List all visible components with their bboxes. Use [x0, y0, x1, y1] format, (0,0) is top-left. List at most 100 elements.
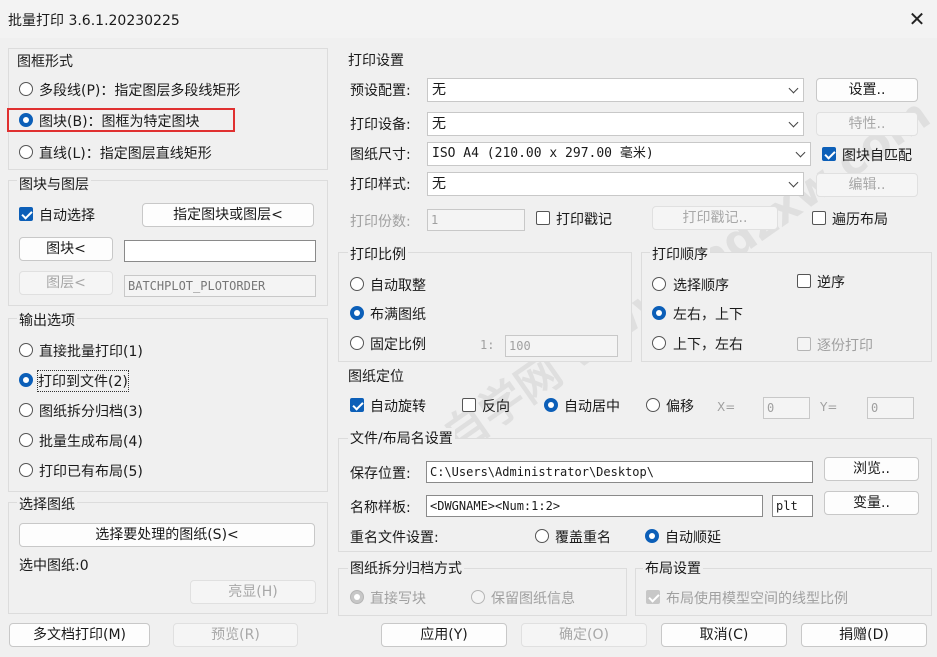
model-scale-label: 布局使用模型空间的线型比例 [666, 591, 848, 607]
close-icon[interactable]: ✕ [904, 6, 930, 32]
traverse-layout-label[interactable]: 遍历布局 [832, 209, 888, 229]
auto-match-checkbox[interactable] [822, 147, 836, 161]
block-name-field[interactable] [124, 240, 316, 262]
name-template-field[interactable]: <DWGNAME><Num:1:2> [426, 495, 763, 517]
radio-fixed-scale[interactable] [350, 336, 364, 350]
apply-button[interactable]: 应用(Y) [381, 623, 507, 647]
ratio-field: 100 [505, 335, 618, 357]
radio-select-order[interactable] [652, 277, 666, 291]
output-options-title: 输出选项 [17, 310, 77, 330]
radio-keep-info [471, 590, 485, 604]
radio-batch-layout[interactable] [19, 433, 33, 447]
reverse-order-label[interactable]: 逆序 [817, 272, 845, 292]
radio-direct-write-label: 直接写块 [370, 591, 426, 607]
radio-direct-print-label[interactable]: 直接批量打印(1) [39, 341, 143, 361]
radio-polyline-label[interactable]: 多段线(P)：指定图层多段线矩形 [39, 80, 240, 100]
reverse-label[interactable]: 反向 [482, 396, 510, 416]
chevron-down-icon [795, 147, 806, 158]
radio-select-order-label[interactable]: 选择顺序 [673, 275, 729, 295]
print-settings-title: 打印设置 [348, 53, 404, 69]
device-value: 无 [432, 116, 446, 132]
paper-size-select[interactable]: ISO A4 (210.00 x 297.00 毫米) [427, 142, 811, 166]
radio-print-to-file-label[interactable]: 打印到文件(2) [37, 370, 129, 392]
select-drawing-title: 选择图纸 [17, 494, 77, 514]
copy-print-label: 逐份打印 [817, 338, 873, 354]
copies-label: 打印份数: [350, 214, 411, 230]
specify-block-layer-button[interactable]: 指定图块或图层< [142, 203, 314, 227]
save-location-field[interactable]: C:\Users\Administrator\Desktop\ [426, 461, 813, 483]
scale-title: 打印比例 [348, 244, 408, 264]
radio-fixed-scale-label[interactable]: 固定比例 [370, 334, 426, 354]
properties-button: 特性.. [816, 112, 918, 136]
preset-select[interactable]: 无 [427, 78, 804, 102]
reverse-checkbox[interactable] [462, 398, 476, 412]
radio-auto-round-label[interactable]: 自动取整 [370, 275, 426, 295]
radio-fit-paper-label[interactable]: 布满图纸 [370, 304, 426, 324]
radio-polyline[interactable] [19, 82, 33, 96]
device-label: 打印设备: [350, 117, 411, 133]
stamp-checkbox[interactable] [536, 211, 550, 225]
radio-tb-lr-label[interactable]: 上下，左右 [673, 334, 743, 354]
order-title: 打印顺序 [650, 244, 710, 264]
multi-doc-print-button[interactable]: 多文档打印(M) [9, 623, 150, 647]
preset-value: 无 [432, 82, 446, 98]
radio-offset-label[interactable]: 偏移 [666, 396, 694, 416]
chevron-down-icon [788, 83, 799, 94]
radio-overwrite[interactable] [535, 529, 549, 543]
name-template-label: 名称样板: [350, 500, 411, 516]
radio-split-archive[interactable] [19, 403, 33, 417]
radio-split-archive-label[interactable]: 图纸拆分归档(3) [39, 401, 143, 421]
donate-button[interactable]: 捐赠(D) [801, 623, 927, 647]
radio-auto-round[interactable] [350, 277, 364, 291]
auto-rotate-label[interactable]: 自动旋转 [370, 396, 426, 416]
radio-fit-paper[interactable] [350, 306, 364, 320]
radio-auto-increment-label[interactable]: 自动顺延 [665, 527, 721, 547]
radio-line-label[interactable]: 直线(L)：指定图层直线矩形 [39, 143, 212, 163]
radio-lr-tb[interactable] [652, 306, 666, 320]
radio-direct-write [350, 590, 364, 604]
variable-button[interactable]: 变量.. [824, 491, 919, 515]
radio-direct-print[interactable] [19, 343, 33, 357]
y-offset-field: 0 [867, 397, 914, 419]
frame-form-title: 图框形式 [17, 54, 73, 70]
style-label: 打印样式: [350, 177, 411, 193]
auto-select-checkbox[interactable] [19, 207, 33, 221]
radio-existing-layout-label[interactable]: 打印已有布局(5) [39, 461, 143, 481]
file-extension-field[interactable]: plt [772, 495, 813, 517]
ratio-prefix: 1: [480, 338, 495, 352]
file-naming-title: 文件/布局名设置 [348, 428, 455, 448]
radio-auto-increment[interactable] [645, 529, 659, 543]
block-layer-title: 图块与图层 [17, 174, 91, 194]
selected-count-label: 选中图纸:0 [19, 558, 89, 574]
auto-select-label[interactable]: 自动选择 [39, 205, 95, 225]
style-select[interactable]: 无 [427, 172, 804, 196]
radio-existing-layout[interactable] [19, 463, 33, 477]
traverse-layout-checkbox[interactable] [812, 211, 826, 225]
preset-label: 预设配置: [350, 83, 411, 99]
y-offset-label: Y= [820, 400, 838, 414]
radio-batch-layout-label[interactable]: 批量生成布局(4) [39, 431, 143, 451]
cancel-button[interactable]: 取消(C) [661, 623, 787, 647]
auto-match-label[interactable]: 图块自匹配 [842, 145, 912, 165]
paper-size-value: ISO A4 (210.00 x 297.00 毫米) [432, 146, 654, 161]
chevron-down-icon [788, 177, 799, 188]
radio-overwrite-label[interactable]: 覆盖重名 [555, 527, 611, 547]
radio-auto-center[interactable] [544, 398, 558, 412]
reverse-order-checkbox[interactable] [797, 274, 811, 288]
block-button[interactable]: 图块< [19, 237, 113, 261]
setup-button[interactable]: 设置.. [816, 78, 918, 102]
stamp-button: 打印戳记.. [652, 206, 778, 230]
radio-lr-tb-label[interactable]: 左右，上下 [673, 304, 743, 324]
device-select[interactable]: 无 [427, 112, 804, 136]
stamp-label[interactable]: 打印戳记 [556, 209, 612, 229]
radio-auto-center-label[interactable]: 自动居中 [564, 396, 620, 416]
select-drawings-button[interactable]: 选择要处理的图纸(S)< [19, 523, 315, 547]
radio-line[interactable] [19, 145, 33, 159]
radio-tb-lr[interactable] [652, 336, 666, 350]
chevron-down-icon [788, 117, 799, 128]
copies-field: 1 [427, 209, 525, 231]
browse-button[interactable]: 浏览.. [824, 457, 919, 481]
auto-rotate-checkbox[interactable] [350, 398, 364, 412]
radio-offset[interactable] [646, 398, 660, 412]
radio-print-to-file[interactable] [19, 373, 33, 387]
